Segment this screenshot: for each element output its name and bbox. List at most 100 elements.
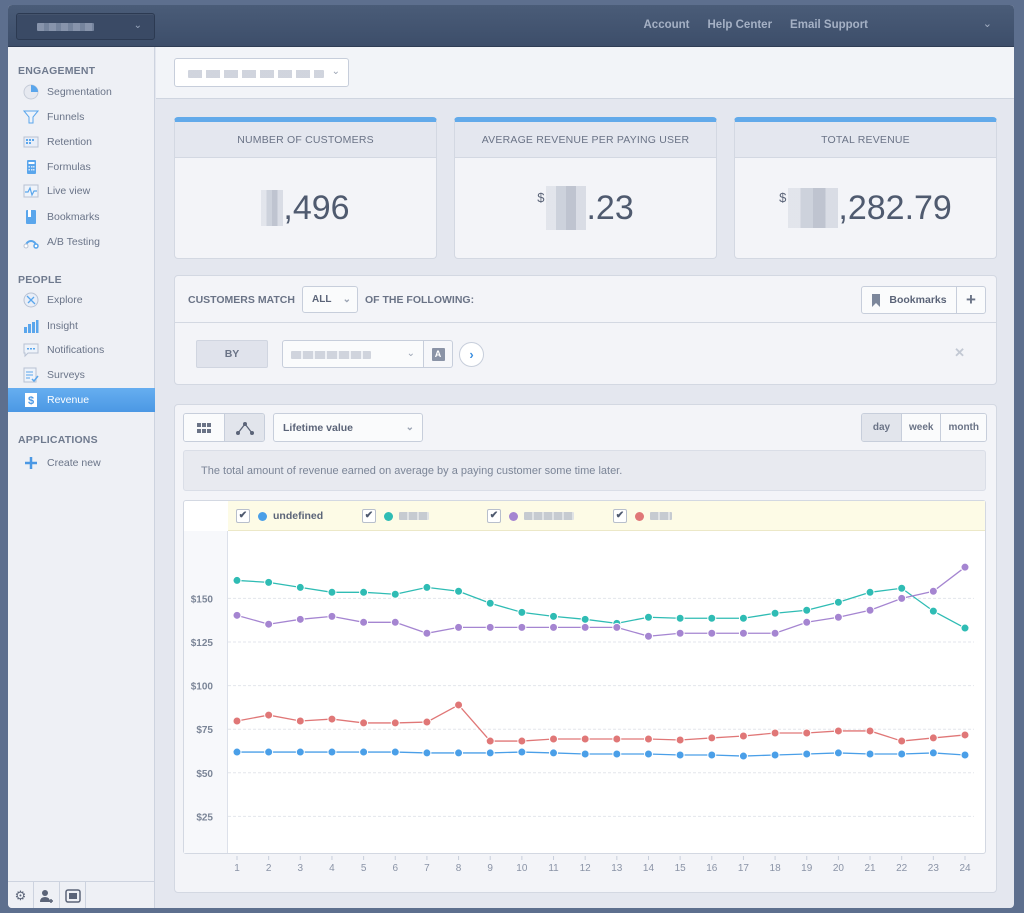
sidebar-item-notifications[interactable]: Notifications <box>8 338 155 362</box>
add-user-icon[interactable] <box>34 882 60 908</box>
funnel-icon <box>23 109 39 125</box>
data-point <box>422 748 432 758</box>
remove-filter-close-icon[interactable]: ✕ <box>954 345 965 361</box>
x-tick-label: 24 <box>959 863 971 874</box>
data-point <box>517 607 527 617</box>
inbox-icon[interactable] <box>60 882 86 908</box>
property-select[interactable]: ⌄ <box>282 340 424 368</box>
calculator-icon <box>23 159 39 175</box>
sidebar-item-insight[interactable]: Insight <box>8 314 155 338</box>
app-name-redacted <box>37 23 94 31</box>
sidebar-item-create-new[interactable]: Create new <box>8 451 155 475</box>
data-point <box>549 622 559 632</box>
data-point <box>865 726 875 736</box>
data-point <box>264 619 274 629</box>
chevron-down-icon: ⌄ <box>331 66 340 77</box>
sidebar-item-label: Formulas <box>47 161 91 173</box>
sidebar-item-retention[interactable]: Retention <box>8 130 155 154</box>
report-selector[interactable]: ⌄ <box>174 58 349 87</box>
data-point <box>264 577 274 587</box>
x-tick-label: 18 <box>770 863 782 874</box>
data-point <box>359 617 369 627</box>
data-point <box>770 608 780 618</box>
x-tick-label: 14 <box>643 863 655 874</box>
data-point <box>928 606 938 616</box>
data-point <box>802 749 812 759</box>
by-label: BY <box>196 340 268 368</box>
data-point <box>422 582 432 592</box>
add-filter-button[interactable]: + <box>957 287 985 313</box>
sidebar: ENGAGEMENT Segmentation Funnels Retentio… <box>8 47 155 908</box>
data-point <box>327 747 337 757</box>
sidebar-item-ab-testing[interactable]: A/B Testing <box>8 230 155 254</box>
gear-icon[interactable]: ⚙ <box>8 882 34 908</box>
x-tick-label: 22 <box>896 863 908 874</box>
sidebar-item-funnels[interactable]: Funnels <box>8 105 155 129</box>
redacted-digits <box>261 190 284 226</box>
sidebar-item-label: Insight <box>47 320 78 332</box>
data-point <box>897 583 907 593</box>
sidebar-item-explore[interactable]: Explore <box>8 288 155 312</box>
bookmarks-button[interactable]: Bookmarks <box>862 287 957 313</box>
survey-checklist-icon <box>23 367 39 383</box>
data-point <box>485 736 495 746</box>
sidebar-item-label: Segmentation <box>47 86 112 98</box>
data-point <box>865 605 875 615</box>
sidebar-item-surveys[interactable]: Surveys <box>8 363 155 387</box>
data-point <box>643 734 653 744</box>
chat-bubble-icon <box>23 342 39 358</box>
data-point <box>232 575 242 585</box>
data-point <box>327 587 337 597</box>
data-point <box>707 733 717 743</box>
data-point <box>549 748 559 758</box>
sidebar-item-live-view[interactable]: Live view <box>8 179 155 203</box>
data-point <box>928 733 938 743</box>
y-tick-label: $25 <box>196 812 213 823</box>
x-tick-label: 9 <box>487 863 493 874</box>
y-tick-label: $100 <box>191 682 214 693</box>
sidebar-item-label: Notifications <box>47 344 105 356</box>
of-the-following-label: OF THE FOLLOWING: <box>365 294 475 306</box>
data-point <box>707 613 717 623</box>
data-point <box>454 622 464 632</box>
email-support-link[interactable]: Email Support <box>790 19 868 31</box>
card-total-revenue: TOTAL REVENUE $ ,282.79 <box>734 117 997 259</box>
property-type-button[interactable]: A <box>424 340 453 368</box>
account-link[interactable]: Account <box>644 19 690 31</box>
property-name-redacted <box>291 351 371 359</box>
apply-arrow-button[interactable]: › <box>459 342 484 367</box>
series-line-2 <box>236 579 966 629</box>
data-point <box>485 598 495 608</box>
data-point <box>485 748 495 758</box>
series-line-4 <box>236 704 966 742</box>
card-value-text: ,282.79 <box>838 188 952 227</box>
x-tick-label: 16 <box>706 863 718 874</box>
sidebar-item-formulas[interactable]: Formulas <box>8 155 155 179</box>
series-line-3 <box>236 566 966 637</box>
currency-symbol: $ <box>779 190 787 205</box>
data-point <box>675 750 685 760</box>
app-selector[interactable]: ⌄ <box>16 13 155 40</box>
data-point <box>422 717 432 727</box>
dollar-receipt-icon: $ <box>23 392 39 408</box>
sidebar-item-segmentation[interactable]: Segmentation <box>8 80 155 104</box>
match-mode-select[interactable]: ALL ⌄ <box>302 286 358 313</box>
card-number-of-customers: NUMBER OF CUSTOMERS ,496 <box>174 117 437 259</box>
x-tick-label: 7 <box>424 863 430 874</box>
y-tick-label: $150 <box>191 594 214 605</box>
data-point <box>295 614 305 624</box>
x-tick-label: 19 <box>801 863 813 874</box>
chevron-down-icon: ⌄ <box>133 20 142 31</box>
data-point <box>675 735 685 745</box>
sub-header: ⌄ <box>156 47 1014 99</box>
account-menu-chevron-icon[interactable]: ⌄ <box>983 17 992 30</box>
sidebar-item-revenue[interactable]: $ Revenue <box>8 388 155 412</box>
sidebar-item-bookmarks[interactable]: Bookmarks <box>8 205 155 229</box>
sidebar-item-label: Revenue <box>47 394 90 406</box>
match-mode-value: ALL <box>312 294 332 305</box>
x-tick-label: 1 <box>234 863 240 874</box>
data-point <box>580 614 590 624</box>
help-center-link[interactable]: Help Center <box>708 19 773 31</box>
bookmark-icon <box>23 209 39 225</box>
data-point <box>897 593 907 603</box>
